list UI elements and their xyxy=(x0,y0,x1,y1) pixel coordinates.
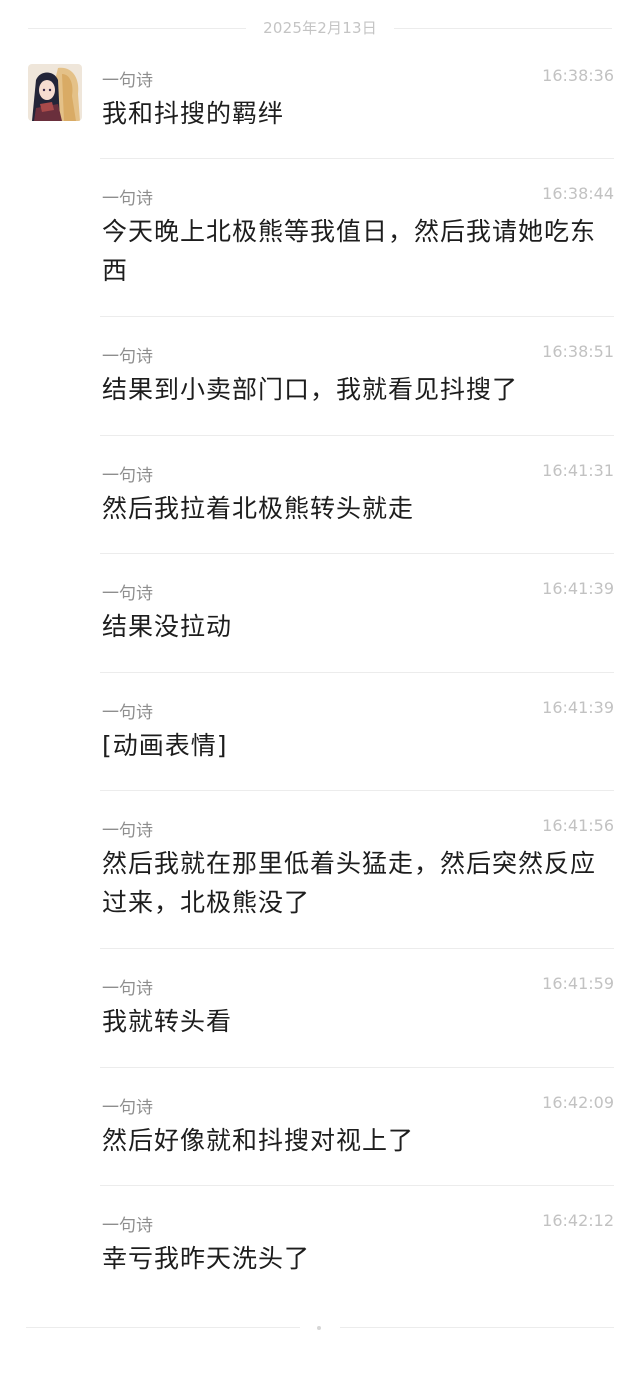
message-time: 16:38:36 xyxy=(542,66,614,85)
message-text: 结果到小卖部门口，我就看见抖搜了 xyxy=(102,375,519,404)
end-separator-line-right xyxy=(340,1327,614,1328)
sender-name: 一句诗 xyxy=(102,979,153,999)
sender-name: 一句诗 xyxy=(102,584,153,604)
message-text: 结果没拉动 xyxy=(102,612,233,641)
message-time: 16:41:56 xyxy=(542,816,614,835)
message-time: 16:41:39 xyxy=(542,698,614,717)
message-divider xyxy=(100,1185,614,1186)
message-divider xyxy=(100,435,614,436)
end-separator xyxy=(0,1326,640,1330)
message-divider xyxy=(100,948,614,949)
message-divider xyxy=(100,553,614,554)
message-text: 我就转头看 xyxy=(102,1007,233,1036)
message-time: 16:42:12 xyxy=(542,1211,614,1230)
message-time: 16:41:39 xyxy=(542,579,614,598)
message-text: [动画表情] xyxy=(102,731,228,760)
message-text: 然后好像就和抖搜对视上了 xyxy=(102,1126,415,1155)
message-divider xyxy=(100,672,614,673)
message-text: 我和抖搜的羁绊 xyxy=(102,99,285,128)
date-separator-line-left xyxy=(28,28,246,29)
message-divider xyxy=(100,790,614,791)
message-time: 16:38:51 xyxy=(542,342,614,361)
message-time: 16:42:09 xyxy=(542,1093,614,1112)
message-divider xyxy=(100,1067,614,1068)
message-divider xyxy=(100,158,614,159)
date-separator: 2025年2月13日 xyxy=(0,0,640,56)
sender-name: 一句诗 xyxy=(102,1098,153,1118)
sender-name: 一句诗 xyxy=(102,466,153,486)
message-text: 然后我拉着北极熊转头就走 xyxy=(102,494,415,523)
avatar[interactable] xyxy=(28,64,82,121)
end-separator-line-left xyxy=(26,1327,300,1328)
sender-name: 一句诗 xyxy=(102,71,153,91)
message-time: 16:38:44 xyxy=(542,184,614,203)
date-separator-line-right xyxy=(394,28,612,29)
message-time: 16:41:59 xyxy=(542,974,614,993)
sender-name: 一句诗 xyxy=(102,821,153,841)
message-time: 16:41:31 xyxy=(542,461,614,480)
message-text: 然后我就在那里低着头猛走，然后突然反应过来，北极熊没了 xyxy=(102,849,597,917)
date-label: 2025年2月13日 xyxy=(263,19,377,37)
message-text: 今天晚上北极熊等我值日，然后我请她吃东西 xyxy=(102,217,597,285)
message-text: 幸亏我昨天洗头了 xyxy=(102,1244,311,1273)
message-divider xyxy=(100,316,614,317)
sender-name: 一句诗 xyxy=(102,1216,153,1236)
sender-name: 一句诗 xyxy=(102,703,153,723)
end-dot-icon xyxy=(317,1326,321,1330)
sender-name: 一句诗 xyxy=(102,189,153,209)
sender-name: 一句诗 xyxy=(102,347,153,367)
